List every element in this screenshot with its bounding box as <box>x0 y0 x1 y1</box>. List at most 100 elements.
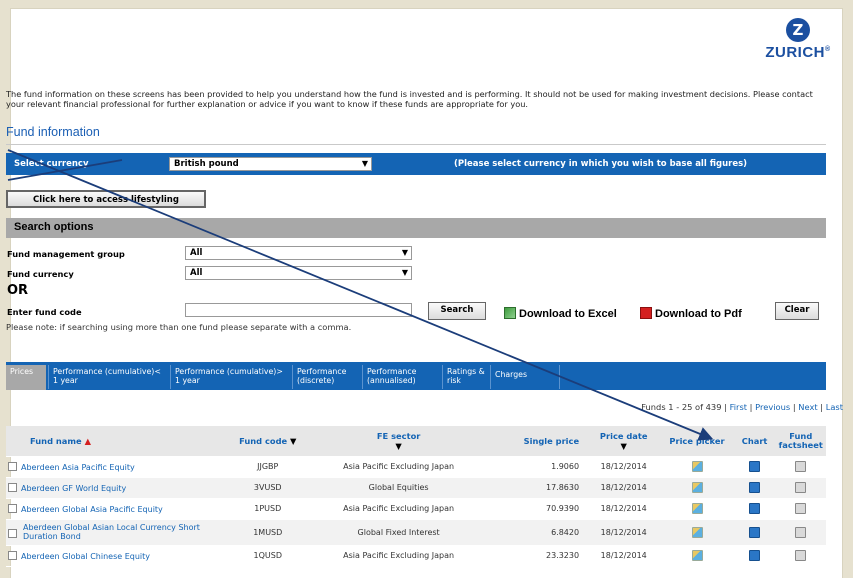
price-picker-icon[interactable] <box>691 461 703 472</box>
factsheet-icon[interactable] <box>795 526 807 538</box>
fund-code-cell: 1QUSD <box>236 545 300 567</box>
header-single-price[interactable]: Single price <box>498 426 588 457</box>
tab-performance-discrete[interactable]: Performance (discrete) <box>292 365 362 389</box>
zurich-wordmark: ZURICH® <box>765 44 831 61</box>
fund-name-cell[interactable]: Aberdeen GF World Equity <box>6 477 237 499</box>
lifestyling-button[interactable]: Click here to access lifestyling <box>6 190 206 208</box>
pagination-first-link[interactable]: First <box>730 402 747 412</box>
currency-bar: Select currency British pound ▼ (Please … <box>6 153 826 175</box>
price-picker-icon[interactable] <box>691 503 703 514</box>
pagination-previous-link[interactable]: Previous <box>755 402 790 412</box>
excel-icon <box>504 307 516 319</box>
chart-icon[interactable] <box>749 461 761 472</box>
title-divider <box>6 144 826 145</box>
header-fe-sector[interactable]: FE sector ▼ <box>299 426 499 457</box>
factsheet-icon[interactable] <box>795 550 807 561</box>
fund-code-cell: 1MUSD <box>236 519 300 546</box>
chart-icon[interactable] <box>749 482 761 493</box>
download-excel-link[interactable]: Download to Excel <box>504 307 617 320</box>
single-price-cell: 17.8630 <box>498 477 588 499</box>
table-header-row: Fund name ▲ Fund code ▼ FE sector ▼ Singl… <box>6 426 826 457</box>
fund-currency-label: Fund currency <box>7 269 74 279</box>
zurich-logo[interactable]: Z ZURICH® <box>763 18 833 61</box>
or-label: OR <box>7 283 29 298</box>
row-checkbox[interactable] <box>8 550 17 560</box>
tab-performance-cumulative-lt-1y[interactable]: Performance (cumulative)< 1 year <box>48 365 170 389</box>
price-picker-icon[interactable] <box>691 550 703 561</box>
factsheet-icon[interactable] <box>795 503 807 514</box>
chart-icon[interactable] <box>749 503 761 514</box>
search-note: Please note: if searching using more tha… <box>6 322 352 332</box>
price-date-cell: 18/12/2014 <box>587 456 661 478</box>
fund-code-label: Enter fund code <box>7 307 82 317</box>
zurich-mark-icon: Z <box>786 18 810 42</box>
chevron-down-icon: ▼ <box>401 268 408 277</box>
fund-name-cell[interactable]: Aberdeen Asia Pacific Equity <box>6 456 237 478</box>
table-row: Aberdeen Global Asia Pacific Equity 1PUS… <box>6 498 826 520</box>
fund-code-input[interactable] <box>185 303 412 317</box>
single-price-cell: 70.9390 <box>498 498 588 520</box>
tab-prices[interactable]: Prices <box>6 365 46 390</box>
download-pdf-link[interactable]: Download to Pdf <box>640 307 742 320</box>
header-fund-code[interactable]: Fund code ▼ <box>236 426 300 457</box>
single-price-cell: 1.9060 <box>498 456 588 478</box>
chevron-down-icon: ▼ <box>401 248 408 257</box>
sort-desc-icon: ▼ <box>290 435 297 446</box>
fe-sector-cell: Asia Pacific Excluding Japan <box>299 456 499 478</box>
tab-performance-annualised[interactable]: Performance (annualised) <box>362 365 442 389</box>
fund-group-label: Fund management group <box>7 249 125 259</box>
chart-icon[interactable] <box>749 550 761 561</box>
price-date-cell: 18/12/2014 <box>587 545 661 567</box>
currency-hint: (Please select currency in which you wis… <box>454 159 748 169</box>
currency-select[interactable]: British pound ▼ <box>169 157 372 171</box>
fund-name-cell[interactable]: Aberdeen Global Chinese Equity <box>6 545 237 567</box>
disclaimer-text: The fund information on these screens ha… <box>6 89 813 109</box>
funds-table: Fund name ▲ Fund code ▼ FE sector ▼ Singl… <box>6 426 826 567</box>
fund-name-cell[interactable]: Aberdeen Global Asia Pacific Equity <box>6 498 237 520</box>
fe-sector-cell: Global Equities <box>299 477 499 499</box>
chart-icon[interactable] <box>749 526 761 538</box>
sort-desc-icon: ▼ <box>620 440 627 451</box>
search-options-heading: Search options <box>6 218 826 238</box>
currency-label: Select currency <box>14 159 89 169</box>
pagination-next-link[interactable]: Next <box>798 402 817 412</box>
factsheet-icon[interactable] <box>795 482 807 493</box>
row-checkbox[interactable] <box>8 461 17 471</box>
price-date-cell: 18/12/2014 <box>587 519 661 546</box>
fund-code-cell: JJGBP <box>236 456 300 478</box>
table-row: Aberdeen Global Asian Local Currency Sho… <box>6 519 826 546</box>
header-chart: Chart <box>733 426 776 457</box>
pagination-last-link[interactable]: Last <box>826 402 843 412</box>
fund-currency-select[interactable]: All ▼ <box>185 266 412 280</box>
chevron-down-icon: ▼ <box>361 159 368 168</box>
single-price-cell: 6.8420 <box>498 519 588 546</box>
header-price-date[interactable]: Price date ▼ <box>587 426 661 457</box>
row-checkbox[interactable] <box>8 482 17 492</box>
row-checkbox[interactable] <box>8 529 17 538</box>
sort-desc-icon: ▼ <box>395 440 402 451</box>
tab-charges[interactable]: Charges <box>490 365 560 389</box>
factsheet-icon[interactable] <box>795 461 807 472</box>
fe-sector-cell: Asia Pacific Excluding Japan <box>299 498 499 520</box>
price-date-cell: 18/12/2014 <box>587 477 661 499</box>
price-picker-icon[interactable] <box>691 526 703 538</box>
table-row: Aberdeen GF World Equity 3VUSD Global Eq… <box>6 477 826 499</box>
table-row: Aberdeen Asia Pacific Equity JJGBP Asia … <box>6 456 826 478</box>
header-fund-name[interactable]: Fund name ▲ <box>6 426 237 457</box>
fund-name-cell[interactable]: Aberdeen Global Asian Local Currency Sho… <box>6 519 237 546</box>
tab-bar: Prices Performance (cumulative)< 1 year … <box>6 362 826 390</box>
fund-code-cell: 1PUSD <box>236 498 300 520</box>
pdf-icon <box>640 307 652 319</box>
header-price-picker: Price picker <box>660 426 734 457</box>
row-checkbox[interactable] <box>8 503 17 513</box>
pagination: Funds 1 - 25 of 439 | First | Previous |… <box>641 402 843 412</box>
search-button[interactable]: Search <box>428 302 486 320</box>
price-date-cell: 18/12/2014 <box>587 498 661 520</box>
tab-ratings-risk[interactable]: Ratings & risk <box>442 365 490 389</box>
price-picker-icon[interactable] <box>691 482 703 493</box>
header-factsheet: Fund factsheet <box>775 426 826 457</box>
tab-performance-cumulative-gt-1y[interactable]: Performance (cumulative)> 1 year <box>170 365 292 389</box>
fund-group-select[interactable]: All ▼ <box>185 246 412 260</box>
clear-button[interactable]: Clear <box>775 302 819 320</box>
pagination-summary: Funds 1 - 25 of 439 <box>641 402 722 412</box>
